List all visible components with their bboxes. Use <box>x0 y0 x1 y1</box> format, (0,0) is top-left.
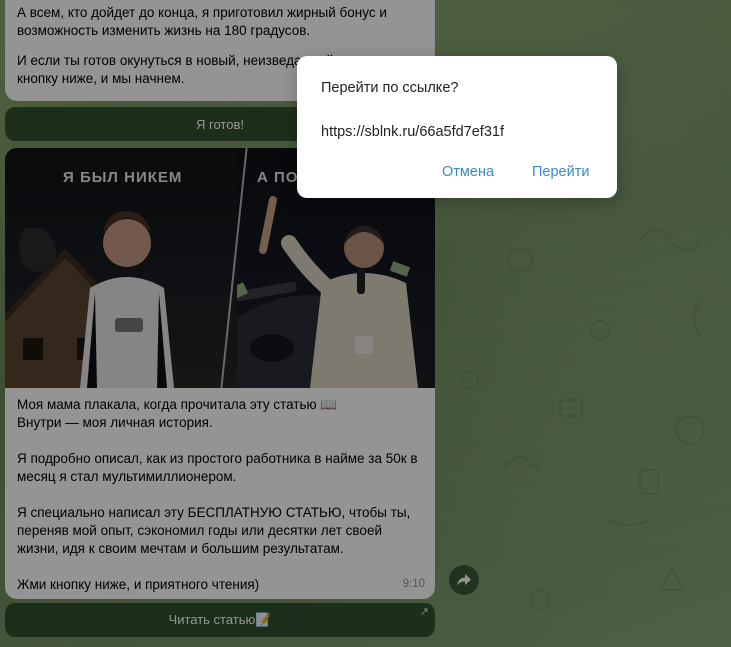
cancel-button[interactable]: Отмена <box>442 160 494 184</box>
open-link-button[interactable]: Перейти <box>532 160 589 184</box>
dialog-title: Перейти по ссылке? <box>321 80 459 96</box>
dialog-url: https://sblnk.ru/66a5fd7ef31f <box>321 124 504 140</box>
open-link-dialog: Перейти по ссылке? https://sblnk.ru/66a5… <box>297 56 617 198</box>
